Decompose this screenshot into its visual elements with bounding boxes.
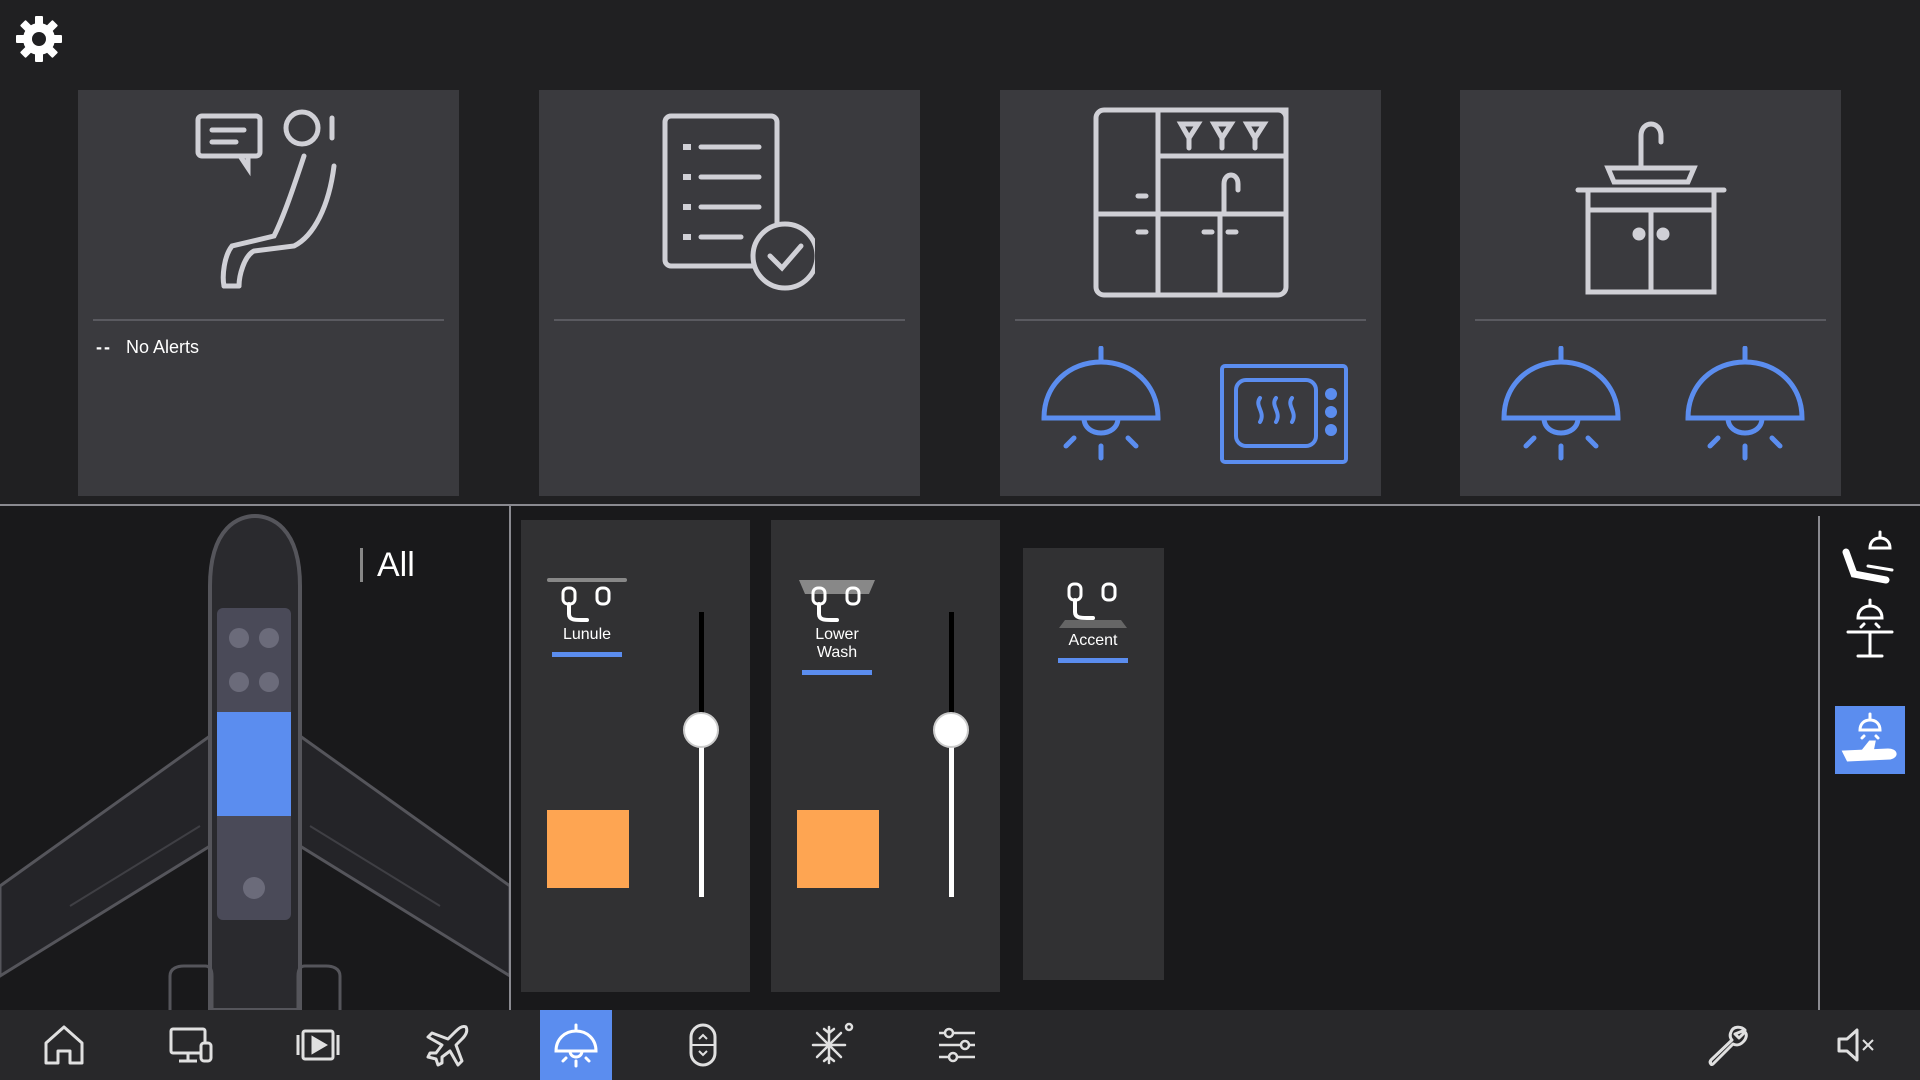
lower-wash-light-selector[interactable]: Lower Wash [797,576,877,675]
galley-light-button[interactable] [1036,346,1166,476]
slider-track-top [949,612,954,715]
card-divider [1015,319,1366,321]
mode-divider [1818,516,1820,1010]
bottom-nav [0,1010,1920,1080]
lunule-light-selector[interactable]: Lunule [547,576,627,657]
lower-wash-color-swatch[interactable] [797,810,879,888]
slider-track-bottom [699,745,704,897]
zone-label[interactable]: All [360,548,415,582]
cabin-light-mode-button[interactable] [1835,706,1905,774]
media-icon[interactable] [283,1010,355,1080]
slider-track-top [699,612,704,715]
lunule-light-card: Lunule [521,520,750,992]
gear-icon[interactable] [12,12,66,66]
passenger-call-icon [184,106,354,296]
lavatory-light-button-2[interactable] [1680,346,1810,476]
accent-light-card: Accent [1023,548,1164,980]
mute-icon[interactable] [1820,1010,1892,1080]
settings-sliders-icon[interactable] [921,1010,993,1080]
table-light-mode-button[interactable] [1835,596,1905,664]
wrench-icon[interactable] [1692,1010,1764,1080]
home-icon[interactable] [28,1010,100,1080]
lower-wash-light-card: Lower Wash [771,520,1000,992]
checklist-icon [645,106,815,296]
lunule-label: Lunule [562,626,612,643]
lunule-brightness-slider[interactable] [681,612,721,897]
galley-card[interactable] [1000,90,1381,496]
lavatory-icon [1566,106,1736,296]
passenger-call-card[interactable]: -- No Alerts [78,90,459,496]
flight-icon[interactable] [412,1010,484,1080]
oven-button[interactable] [1218,346,1348,476]
lower-wash-selected-bar [802,670,872,675]
window-shade-icon[interactable] [667,1010,739,1080]
alerts-dash: -- [96,337,112,357]
climate-icon[interactable] [795,1010,867,1080]
slider-knob[interactable] [933,712,969,748]
cabin-map: All [0,506,510,1010]
seat-light-mode-button[interactable] [1835,526,1905,594]
lower-wash-label: Lower Wash [815,626,859,661]
cabin-zone-middle[interactable] [217,712,291,816]
slider-track-bottom [949,745,954,897]
lunule-selected-bar [552,652,622,657]
monitor-icon[interactable] [155,1010,227,1080]
cabin-zone-aft[interactable] [217,816,291,920]
lighting-icon[interactable] [540,1010,612,1080]
card-divider [93,319,444,321]
galley-icon [1086,104,1296,304]
card-divider [1475,319,1826,321]
accent-light-selector[interactable]: Accent [1053,580,1133,663]
alerts-text: No Alerts [126,337,200,357]
card-divider [554,319,905,321]
checklist-card[interactable] [539,90,920,496]
top-panel: -- No Alerts [0,0,1920,504]
accent-selected-bar [1058,658,1128,663]
cabin-zone-forward[interactable] [217,608,291,712]
alerts-status: -- No Alerts [96,337,199,358]
panel-divider [509,506,511,1010]
lower-wash-brightness-slider[interactable] [931,612,971,897]
lavatory-card[interactable] [1460,90,1841,496]
lunule-color-swatch[interactable] [547,810,629,888]
accent-label: Accent [1068,632,1118,649]
lighting-panel: All Lunule Lower Wash Accent [0,506,1920,1010]
lavatory-light-button-1[interactable] [1496,346,1626,476]
slider-knob[interactable] [683,712,719,748]
